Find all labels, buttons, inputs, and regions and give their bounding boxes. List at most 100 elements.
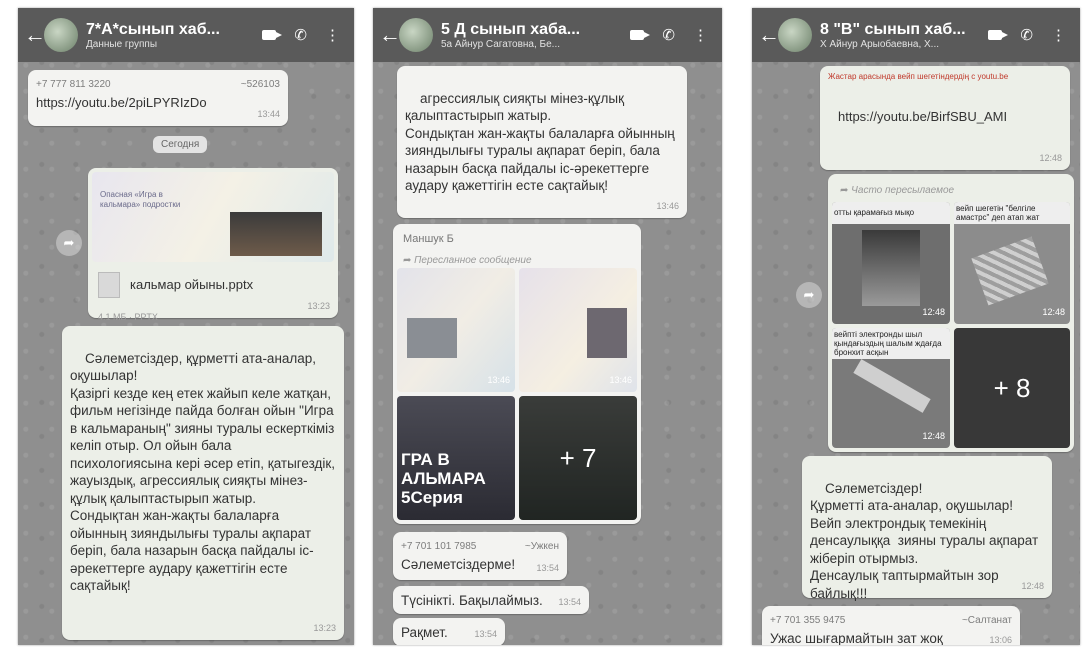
message-text: Рақмет.: [401, 625, 448, 640]
sender-phone: +7 701 355 9475: [770, 615, 846, 626]
album-image[interactable]: отты қарамағыз мықо 12:48: [832, 202, 950, 324]
back-arrow-icon[interactable]: ←: [379, 22, 401, 48]
image-caption: отты қарамағыз мықо: [832, 202, 950, 224]
file-size: 4.1 МБ · PPTX: [98, 312, 158, 322]
text-message[interactable]: агрессиялық сияқты мінез-құлық қалыптаст…: [397, 66, 687, 218]
message-time: 13:44: [257, 109, 280, 119]
image-time: 13:46: [487, 375, 510, 385]
sender-phone: +7 701 101 7985: [401, 541, 477, 552]
chat-header: ← 8 "В" сынып хаб... Х Айнур Арыобаевна,…: [752, 8, 1080, 62]
link-text[interactable]: https://youtu.be/2piLPYRIzDo: [36, 94, 280, 112]
media-album-message[interactable]: Маншук Б ➦ Пересланное сообщение 13:46 1…: [393, 224, 641, 524]
pptx-file-icon: [98, 272, 120, 298]
slide-text: Опасная «Игра в кальмара» подростки: [100, 190, 181, 209]
image-time: 12:48: [922, 431, 945, 441]
message-text: Сәлеметсіздер, құрметті ата-аналар, оқуш…: [70, 350, 336, 594]
image-caption: вейпті электронды шыл қындағыздың шалым …: [832, 328, 950, 359]
text-message[interactable]: Сәлеметсіздер, құрметті ата-аналар, оқуш…: [62, 326, 344, 640]
chat-title: 8 "В" сынып хаб...: [820, 20, 966, 38]
voice-call-icon[interactable]: ✆: [294, 26, 307, 44]
chat-screen-7a: ← 7*А*сынып хаб... Данные группы ✆ ⋮ +7 …: [18, 8, 354, 645]
chat-header: ← 7*А*сынып хаб... Данные группы ✆ ⋮: [18, 8, 354, 62]
document-preview: Опасная «Игра в кальмара» подростки: [92, 172, 334, 262]
forward-icon: ➦: [403, 255, 415, 266]
sender-name: ~Ужкен: [524, 541, 559, 552]
chat-title-area[interactable]: 5 Д сынып хаба... 5а Айнур Сагатовна, Бе…: [441, 21, 630, 50]
group-avatar[interactable]: [399, 18, 433, 52]
album-image[interactable]: ГРА В АЛЬМАРА 5Серия: [397, 396, 515, 520]
album-image[interactable]: вейпті электронды шыл қындағыздың шалым …: [832, 328, 950, 448]
text-message[interactable]: Рақмет. 13:54: [393, 618, 505, 645]
image-content: [971, 236, 1049, 306]
image-caption: вейп шегетін "белгіле амастрс" деп атап …: [954, 202, 1070, 224]
link-message[interactable]: +7 777 811 3220 ~526103 https://youtu.be…: [28, 70, 288, 126]
chat-title: 5 Д сынып хаба...: [441, 20, 581, 38]
message-text: Сәлеметсіздерме!: [401, 557, 516, 572]
more-media-count: + 8: [954, 328, 1070, 448]
message-time: 13:23: [307, 301, 330, 311]
forwarded-label: Часто пересылаемое: [851, 185, 955, 196]
slide-image: [230, 212, 322, 256]
text-message[interactable]: +7 701 355 9475 ~Салтанат Ужас шығармайт…: [762, 606, 1020, 645]
video-call-icon[interactable]: [262, 30, 283, 40]
more-options-icon[interactable]: ⋮: [325, 26, 340, 44]
message-time: 13:46: [656, 200, 679, 211]
group-avatar[interactable]: [44, 18, 78, 52]
video-call-icon[interactable]: [630, 30, 651, 40]
message-time: 13:54: [558, 597, 581, 607]
image-time: 12:48: [1042, 307, 1065, 317]
back-arrow-icon[interactable]: ←: [758, 22, 780, 48]
voice-call-icon[interactable]: ✆: [662, 26, 675, 44]
text-message[interactable]: Сәлеметсіздер! Құрметті ата-аналар, оқуш…: [802, 456, 1052, 601]
chat-title: 7*А*сынып хаб...: [86, 20, 220, 38]
image-content: [587, 308, 627, 358]
poster-text: ГРА В АЛЬМАРА 5Серия: [401, 450, 486, 507]
sender-name: Маншук Б: [403, 233, 454, 245]
album-image[interactable]: вейп шегетін "белгіле амастрс" деп атап …: [954, 202, 1070, 324]
image-time: 13:46: [609, 375, 632, 385]
media-album-message[interactable]: ➦ Часто пересылаемое отты қарамағыз мықо…: [828, 174, 1074, 452]
message-text: Түсінікті. Бақылаймыз.: [401, 593, 543, 608]
text-message[interactable]: Түсінікті. Бақылаймыз. 13:54: [393, 586, 589, 614]
chat-screen-5d: ← 5 Д сынып хаба... 5а Айнур Сагатовна, …: [373, 8, 722, 645]
link-preview-text: Жастар арасында вейп шегетіндердің с you…: [828, 72, 1009, 81]
back-arrow-icon[interactable]: ←: [24, 22, 46, 48]
more-options-icon[interactable]: ⋮: [1051, 26, 1066, 44]
voice-call-icon[interactable]: ✆: [1020, 26, 1033, 44]
image-time: 12:48: [922, 307, 945, 317]
message-time: 13:54: [536, 563, 559, 573]
chat-screen-8v: ← 8 "В" сынып хаб... Х Айнур Арыобаевна,…: [752, 8, 1080, 645]
image-content: [862, 230, 920, 306]
video-call-icon[interactable]: [988, 30, 1009, 40]
album-image[interactable]: 13:46: [397, 268, 515, 392]
message-text: Ужас шығармайтын зат жоқ: [770, 631, 943, 645]
message-text: Сәлеметсіздер! Құрметті ата-аналар, оқуш…: [810, 480, 1039, 601]
sender-phone: +7 777 811 3220: [36, 79, 111, 90]
sender-name: ~Салтанат: [961, 615, 1012, 626]
link-message[interactable]: Жастар арасында вейп шегетіндердің с you…: [820, 66, 1070, 170]
album-image[interactable]: + 8: [954, 328, 1070, 448]
album-image[interactable]: + 7: [519, 396, 637, 520]
date-separator: Сегодня: [153, 136, 208, 153]
chat-header: ← 5 Д сынып хаба... 5а Айнур Сагатовна, …: [373, 8, 722, 62]
forward-share-icon[interactable]: ➦: [56, 230, 82, 256]
forwarded-label: Пересланное сообщение: [414, 255, 532, 266]
group-avatar[interactable]: [778, 18, 812, 52]
chat-subtitle: 5а Айнур Сагатовна, Бе...: [441, 38, 561, 50]
chat-title-area[interactable]: 7*А*сынып хаб... Данные группы: [86, 21, 262, 50]
document-message[interactable]: Опасная «Игра в кальмара» подростки каль…: [88, 168, 338, 322]
image-content: [853, 359, 931, 413]
forward-icon: ➦: [840, 185, 852, 196]
forward-share-icon[interactable]: ➦: [796, 282, 822, 308]
chat-title-area[interactable]: 8 "В" сынып хаб... Х Айнур Арыобаевна, Х…: [820, 21, 988, 50]
more-options-icon[interactable]: ⋮: [693, 26, 708, 44]
message-time: 13:06: [989, 635, 1012, 645]
text-message[interactable]: +7 701 101 7985 ~Ужкен Сәлеметсіздерме! …: [393, 532, 567, 580]
sender-name: ~526103: [240, 79, 280, 90]
message-time: 12:48: [1039, 153, 1062, 163]
chat-subtitle: Данные группы: [86, 38, 158, 50]
image-content: [407, 318, 457, 358]
more-media-count: + 7: [519, 396, 637, 520]
link-text[interactable]: https://youtu.be/BirfSBU_AMI: [828, 108, 1062, 126]
album-image[interactable]: 13:46: [519, 268, 637, 392]
